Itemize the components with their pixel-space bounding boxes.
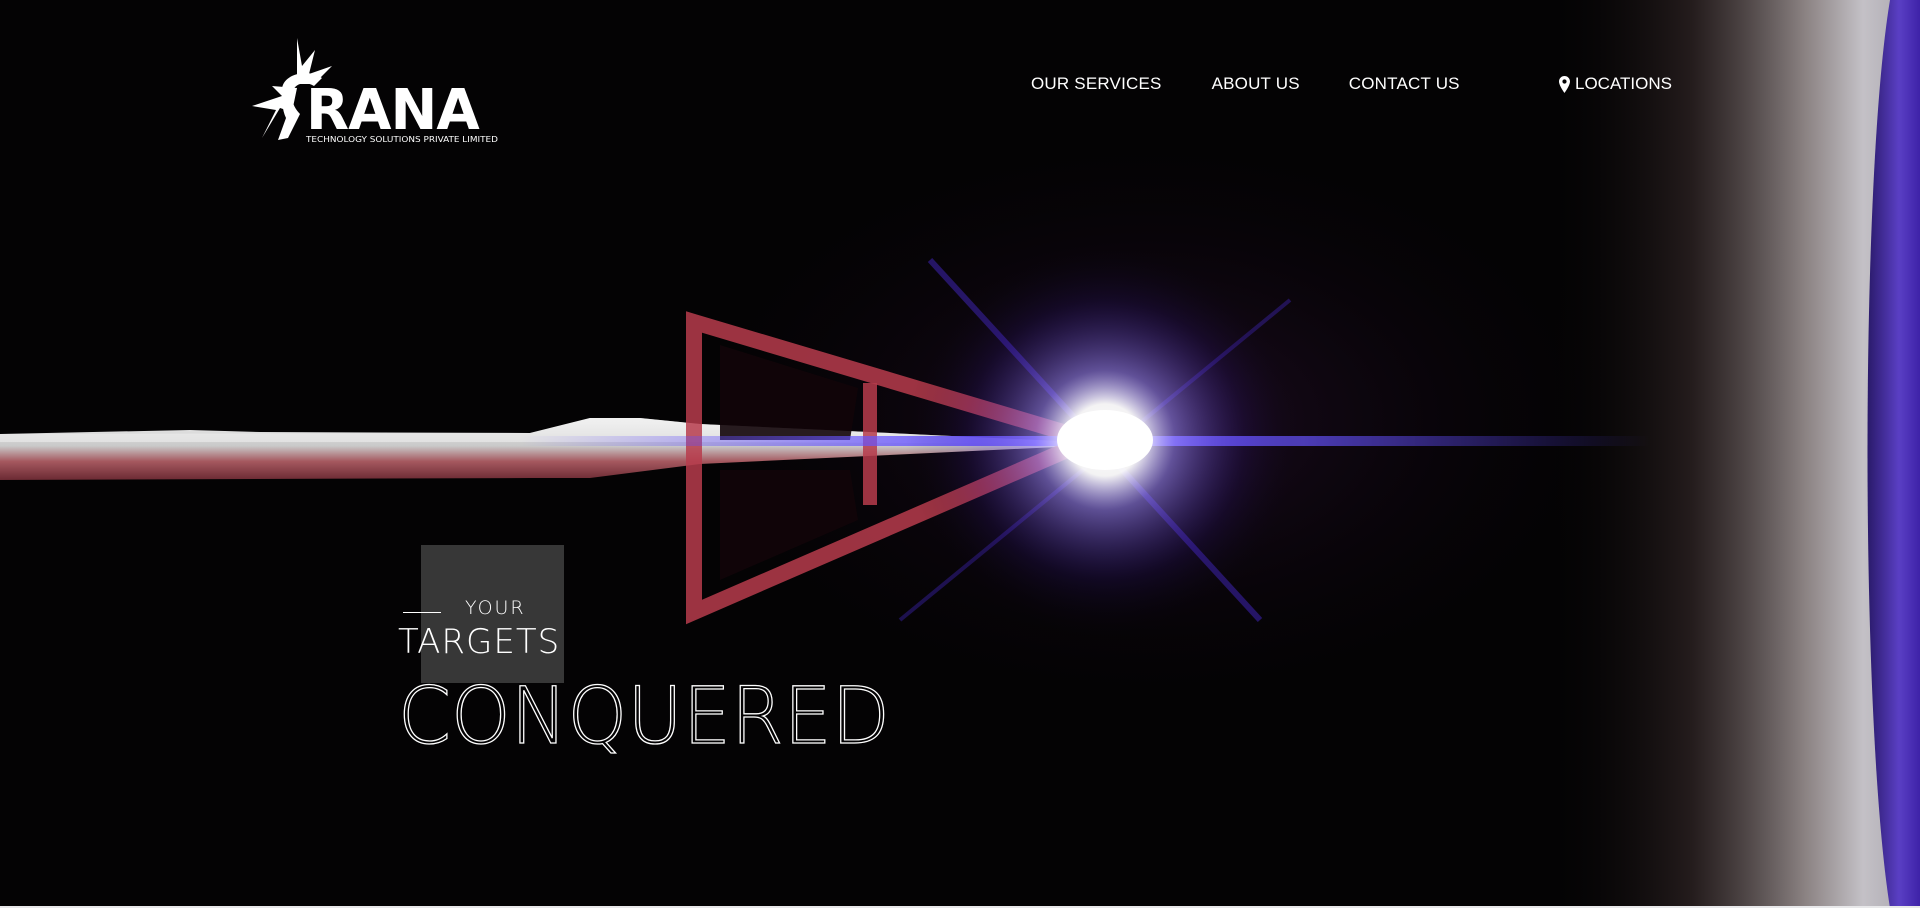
map-pin-icon bbox=[1559, 75, 1570, 93]
headline-line-3-text: CONQUERED bbox=[398, 672, 890, 762]
nav-about-us[interactable]: ABOUT US bbox=[1212, 74, 1300, 94]
headline-line-2: TARGETS bbox=[398, 622, 561, 662]
headline-dash bbox=[403, 612, 441, 613]
headline-line-1: YOUR bbox=[465, 597, 526, 619]
rana-logo[interactable]: RANA TECHNOLOGY SOLUTIONS PRIVATE LIMITE… bbox=[252, 38, 502, 146]
hero-section: RANA TECHNOLOGY SOLUTIONS PRIVATE LIMITE… bbox=[0, 0, 1920, 908]
nav-locations-label: LOCATIONS bbox=[1575, 74, 1672, 93]
main-nav: OUR SERVICES ABOUT US CONTACT US bbox=[1031, 74, 1460, 94]
nav-our-services[interactable]: OUR SERVICES bbox=[1031, 74, 1162, 94]
nav-contact-us[interactable]: CONTACT US bbox=[1349, 74, 1460, 94]
brand-tagline: TECHNOLOGY SOLUTIONS PRIVATE LIMITED bbox=[305, 134, 498, 144]
nav-locations[interactable]: LOCATIONS bbox=[1559, 74, 1672, 94]
headline-line-3: CONQUERED bbox=[397, 670, 898, 762]
